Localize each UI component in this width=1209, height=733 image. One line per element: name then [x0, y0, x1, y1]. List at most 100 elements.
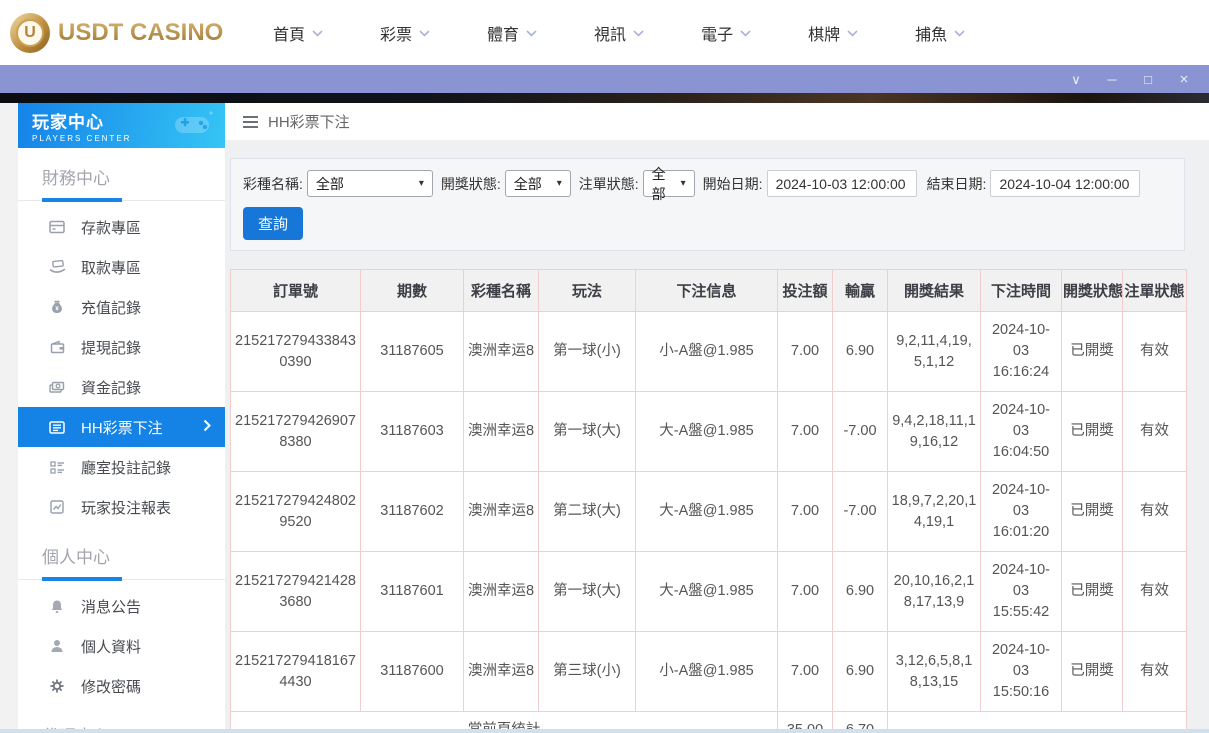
main-nav: 首頁 彩票 體育 視訊 電子 棋牌: [273, 21, 965, 45]
col-header-order-status: 注單狀態: [1123, 270, 1187, 312]
cell-order-status: 有效: [1123, 552, 1187, 632]
cell-bet-time: 2024-10-03 15:50:16: [981, 632, 1062, 712]
window-minimize-icon[interactable]: ─: [1101, 73, 1123, 86]
cell-draw-status: 已開獎: [1062, 392, 1123, 472]
section-title-personal: 個人中心: [42, 543, 225, 568]
section-underline: [18, 576, 225, 580]
logo-coin-icon: U: [10, 13, 50, 53]
draw-status-label: 開獎狀態:: [441, 174, 501, 194]
sidebar-item-profile[interactable]: 個人資料: [18, 626, 225, 666]
chevron-down-icon: [633, 30, 644, 37]
sidebar-item-label: HH彩票下注: [81, 417, 163, 438]
bets-table: 訂單號 期數 彩種名稱 玩法 下注信息 投注額 輸贏 開獎結果 下注時間 開獎狀…: [230, 269, 1187, 733]
cell-order-status: 有效: [1123, 632, 1187, 712]
cell-win-loss: 6.90: [833, 312, 888, 392]
col-header-draw-status: 開獎狀態: [1062, 270, 1123, 312]
window-close-icon[interactable]: ×: [1173, 72, 1195, 87]
sidebar-item-recharge-record[interactable]: ¥ 充值記錄: [18, 287, 225, 327]
draw-status-select[interactable]: 全部 ▾: [505, 170, 571, 197]
nav-lottery[interactable]: 彩票: [380, 21, 430, 45]
cell-order-no: 2152172794338430390: [231, 312, 361, 392]
lottery-name-label: 彩種名稱:: [243, 174, 303, 194]
start-date-input[interactable]: [767, 170, 917, 197]
deposit-icon: [48, 220, 66, 234]
cell-lottery-name: 澳洲幸运8: [464, 632, 539, 712]
cell-play-type: 第二球(大): [539, 472, 636, 552]
nav-home[interactable]: 首頁: [273, 21, 323, 45]
filter-panel: 彩種名稱: 全部 ▾ 開獎狀態: 全部 ▾ 注單狀態: 全部: [230, 158, 1185, 251]
cell-bet-info: 大-A盤@1.985: [636, 472, 778, 552]
cell-win-loss: -7.00: [833, 472, 888, 552]
table-row: 2152172794269078380 31187603 澳洲幸运8 第一球(大…: [231, 392, 1187, 472]
nav-sports-label: 體育: [487, 21, 519, 45]
window-titlebar: ∨ ─ □ ×: [0, 65, 1209, 93]
cell-lottery-name: 澳洲幸运8: [464, 472, 539, 552]
nav-slots[interactable]: 電子: [701, 21, 751, 45]
nav-live[interactable]: 視訊: [594, 21, 644, 45]
order-status-label: 注單狀態:: [579, 174, 639, 194]
app-window: U USDT CASINO 首頁 彩票 體育 視訊 電子: [0, 0, 1209, 733]
cell-bet-info: 大-A盤@1.985: [636, 392, 778, 472]
nav-cards-label: 棋牌: [808, 21, 840, 45]
col-header-win-loss: 輸贏: [833, 270, 888, 312]
cell-draw-status: 已開獎: [1062, 632, 1123, 712]
cell-bet-amount: 7.00: [778, 312, 833, 392]
search-button[interactable]: 查詢: [243, 207, 303, 240]
sidebar-item-withdraw[interactable]: 取款專區: [18, 247, 225, 287]
page-title: HH彩票下注: [268, 111, 350, 132]
sidebar-item-change-password[interactable]: 修改密碼: [18, 666, 225, 706]
sidebar-item-label: 存款專區: [81, 217, 141, 238]
sidebar-item-label: 廳室投註記錄: [81, 457, 171, 478]
cell-draw-result: 20,10,16,2,18,17,13,9: [888, 552, 981, 632]
cell-bet-info: 小-A盤@1.985: [636, 312, 778, 392]
room-bets-icon: [48, 461, 66, 474]
cell-draw-status: 已開獎: [1062, 552, 1123, 632]
lottery-name-select[interactable]: 全部 ▾: [307, 170, 433, 197]
nav-cards[interactable]: 棋牌: [808, 21, 858, 45]
menu-toggle-icon[interactable]: [243, 116, 258, 128]
end-date-label: 結束日期:: [927, 174, 987, 194]
cell-play-type: 第一球(小): [539, 312, 636, 392]
sidebar-item-deposit[interactable]: 存款專區: [18, 207, 225, 247]
cell-win-loss: -7.00: [833, 392, 888, 472]
cell-bet-info: 大-A盤@1.985: [636, 552, 778, 632]
order-status-select[interactable]: 全部 ▾: [643, 170, 695, 197]
sidebar-item-room-bets-record[interactable]: 廳室投註記錄: [18, 447, 225, 487]
sidebar-item-withdrawal-record[interactable]: 提現記錄: [18, 327, 225, 367]
breadcrumb: HH彩票下注: [225, 103, 1209, 140]
table-row: 2152172794181674430 31187600 澳洲幸运8 第三球(小…: [231, 632, 1187, 712]
cell-order-status: 有效: [1123, 472, 1187, 552]
cell-bet-info: 小-A盤@1.985: [636, 632, 778, 712]
cell-bet-time: 2024-10-03 16:16:24: [981, 312, 1062, 392]
cell-win-loss: 6.90: [833, 552, 888, 632]
withdraw-icon: [48, 260, 66, 274]
end-date-input[interactable]: [990, 170, 1140, 197]
window-maximize-icon[interactable]: □: [1137, 73, 1159, 86]
start-date-label: 開始日期:: [703, 174, 763, 194]
chevron-right-icon: [203, 419, 211, 432]
logo-letter: U: [16, 19, 44, 47]
bell-icon: [48, 599, 66, 614]
cell-draw-result: 18,9,7,2,20,14,19,1: [888, 472, 981, 552]
sidebar-item-hh-lottery-bets[interactable]: HH彩票下注: [18, 407, 225, 447]
site-logo[interactable]: U USDT CASINO: [10, 13, 225, 53]
sidebar-item-funds-record[interactable]: 資金記錄: [18, 367, 225, 407]
cell-period: 31187605: [361, 312, 464, 392]
sidebar-item-bet-report[interactable]: 玩家投注報表: [18, 487, 225, 527]
nav-fishing[interactable]: 捕魚: [915, 21, 965, 45]
sidebar-item-announcements[interactable]: 消息公告: [18, 586, 225, 626]
chevron-down-icon: [847, 30, 858, 37]
logo-text: USDT CASINO: [58, 19, 223, 47]
recharge-record-icon: ¥: [48, 300, 66, 315]
sidebar: 玩家中心 PLAYERS CENTER 財務中心 存款專區: [18, 103, 225, 729]
sidebar-item-label: 修改密碼: [81, 676, 141, 697]
cell-period: 31187603: [361, 392, 464, 472]
nav-sports[interactable]: 體育: [487, 21, 537, 45]
gamepad-icon: [169, 109, 215, 141]
cell-play-type: 第一球(大): [539, 552, 636, 632]
cell-draw-result: 9,2,11,4,19,5,1,12: [888, 312, 981, 392]
window-collapse-icon[interactable]: ∨: [1065, 73, 1087, 86]
order-status-value: 全部: [652, 164, 675, 204]
cell-bet-amount: 7.00: [778, 472, 833, 552]
cell-period: 31187601: [361, 552, 464, 632]
